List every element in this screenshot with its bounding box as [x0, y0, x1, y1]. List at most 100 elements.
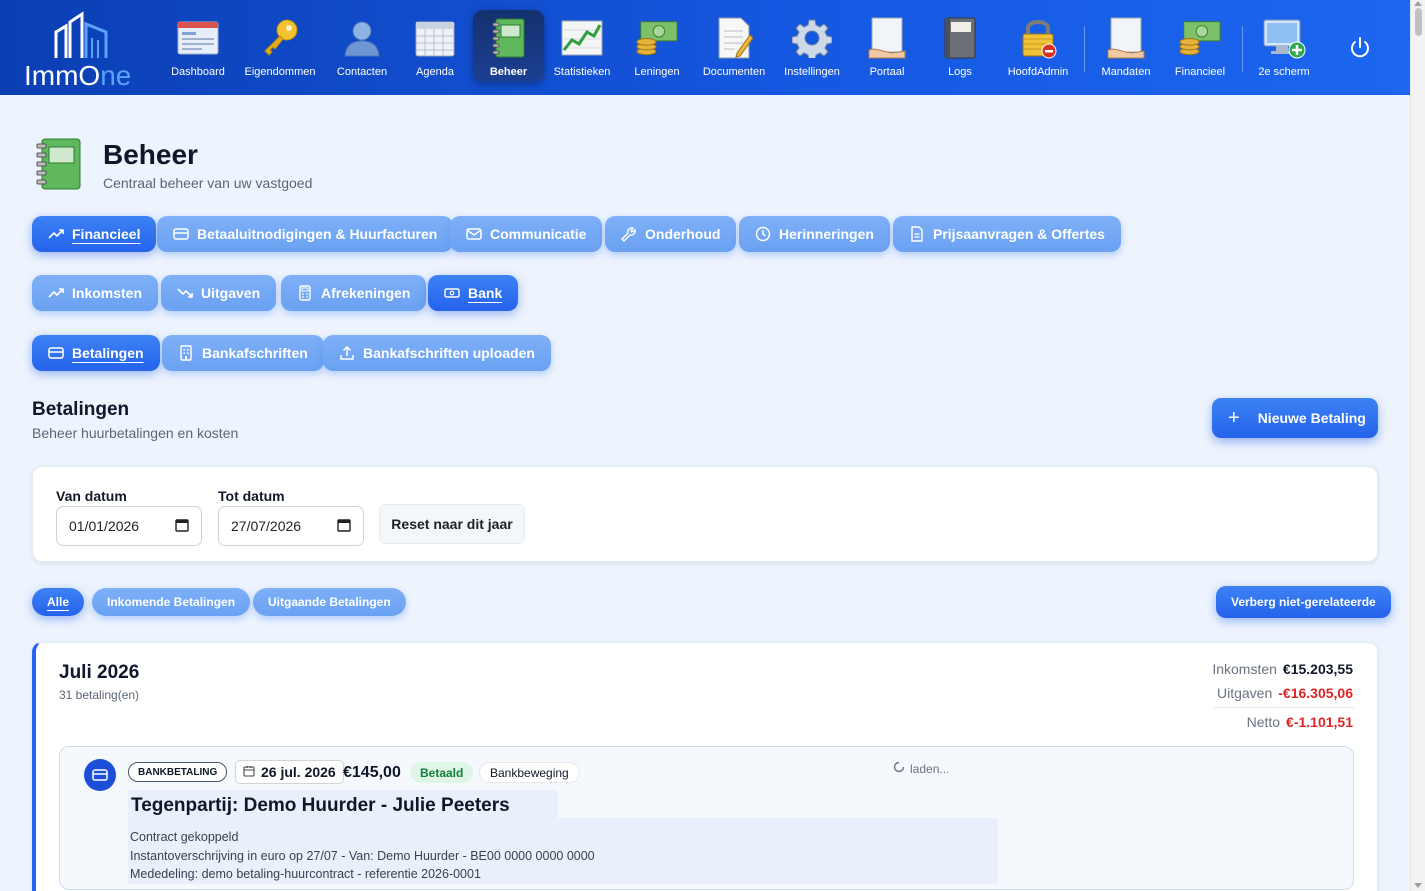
filter-label: Inkomende Betalingen [107, 595, 236, 609]
monitor-plus-icon [1262, 16, 1306, 60]
nav-statistieken[interactable]: Statistieken [552, 10, 612, 82]
tab-communicatie[interactable]: Communicatie [450, 216, 603, 252]
document-icon [712, 16, 756, 60]
nav-beheer[interactable]: Beheer [473, 10, 544, 82]
nav-contacten[interactable]: Contacten [333, 10, 391, 82]
payment-date: 26 jul. 2026 [261, 764, 336, 780]
nav-2e-scherm[interactable]: 2e scherm [1255, 10, 1313, 82]
nav-label: Portaal [869, 66, 905, 78]
power-icon[interactable] [1348, 36, 1372, 60]
scrollbar-thumb[interactable] [1415, 8, 1422, 36]
tab-herinneringen[interactable]: Herinneringen [739, 216, 890, 252]
vertical-scrollbar[interactable] [1410, 0, 1425, 891]
nav-documenten[interactable]: Documenten [700, 10, 768, 82]
nav-logs[interactable]: Logs [936, 10, 984, 82]
nav-eigendommen[interactable]: Eigendommen [243, 10, 317, 82]
nav-divider [1084, 26, 1085, 72]
calendar-icon[interactable] [337, 518, 351, 535]
tab-afrekeningen[interactable]: Afrekeningen [281, 275, 427, 311]
tab-bank[interactable]: Bank [428, 275, 519, 311]
chart-icon [560, 16, 604, 60]
book-icon [938, 16, 982, 60]
section-title: Betalingen [32, 399, 130, 420]
tab-label: Betalingen [72, 345, 144, 361]
calendar-icon[interactable] [175, 518, 189, 535]
to-date-input[interactable]: 27/07/2026 [218, 506, 364, 546]
income-value: €15.203,55 [1282, 661, 1353, 677]
top-navigation-bar: ImmOne Dashboard Eigendommen Contacten A… [0, 0, 1410, 95]
tab-label: Financieel [72, 226, 141, 242]
tab-betalingen[interactable]: Betalingen [32, 335, 160, 371]
logo-text: ImmOne [24, 60, 132, 91]
filter-alle[interactable]: Alle [32, 588, 85, 616]
loading-text: laden... [910, 761, 950, 776]
tab-onderhoud[interactable]: Onderhoud [605, 216, 737, 252]
calculator-icon [297, 285, 313, 301]
income-label: Inkomsten [1212, 661, 1277, 677]
scroll-up-arrow-icon[interactable] [1414, 1, 1422, 6]
filter-inkomende[interactable]: Inkomende Betalingen [92, 588, 251, 616]
tab-label: Afrekeningen [321, 285, 411, 301]
tab-prijsaanvragen[interactable]: Prijsaanvragen & Offertes [893, 216, 1121, 252]
portal-icon [865, 16, 909, 60]
nav-label: Eigendommen [244, 66, 316, 78]
lock-icon [1016, 16, 1060, 60]
tab-label: Bankafschriften uploaden [363, 345, 535, 361]
buildings-logo-icon [54, 11, 108, 58]
tab-bankafschriften-uploaden[interactable]: Bankafschriften uploaden [323, 335, 551, 371]
tab-uitgaven[interactable]: Uitgaven [161, 275, 277, 311]
banknote-icon [444, 285, 460, 301]
payment-date-badge: 26 jul. 2026 [235, 760, 344, 784]
new-payment-button[interactable]: + Nieuwe Betaling [1212, 398, 1378, 438]
calendar-icon [413, 16, 457, 60]
to-date-value: 27/07/2026 [231, 518, 302, 534]
nav-label: Dashboard [171, 66, 225, 78]
nav-mandaten[interactable]: Mandaten [1098, 10, 1154, 82]
nav-dashboard[interactable]: Dashboard [168, 10, 228, 82]
counterparty-title: Tegenpartij: Demo Huurder - Julie Peeter… [131, 795, 510, 816]
nav-hoofdadmin[interactable]: HoofdAdmin [1004, 10, 1072, 82]
spinner-icon [893, 761, 905, 776]
scroll-down-arrow-icon[interactable] [1414, 883, 1422, 888]
net-label: Netto [1246, 714, 1281, 730]
net-summary: Netto €-1.101,51 [1247, 714, 1353, 730]
nav-portaal[interactable]: Portaal [862, 10, 912, 82]
page-title: Beheer [103, 139, 198, 170]
reset-year-button[interactable]: Reset naar dit jaar [379, 504, 525, 544]
nav-agenda[interactable]: Agenda [409, 10, 461, 82]
building-icon [178, 345, 194, 361]
tab-inkomsten[interactable]: Inkomsten [32, 275, 159, 311]
trend-up-icon [48, 226, 64, 242]
tab-betaaluitnodigingen[interactable]: Betaaluitnodigingen & Huurfacturen [157, 216, 454, 252]
nav-label: Mandaten [1101, 66, 1151, 78]
new-payment-label: Nieuwe Betaling [1257, 410, 1366, 426]
expense-summary: Uitgaven -€16.305,06 [1217, 685, 1353, 701]
nav-divider [1242, 26, 1243, 72]
mandate-icon [1104, 16, 1148, 60]
nav-financieel[interactable]: Financieel [1172, 10, 1228, 82]
tab-label: Prijsaanvragen & Offertes [933, 226, 1105, 242]
tab-financieel[interactable]: Financieel [32, 216, 157, 252]
filter-uitgaande[interactable]: Uitgaande Betalingen [253, 588, 406, 616]
from-date-input[interactable]: 01/01/2026 [56, 506, 202, 546]
wrench-icon [621, 226, 637, 242]
month-title: Juli 2026 [59, 662, 140, 683]
filter-label: Alle [47, 595, 70, 609]
page-subtitle: Centraal beheer van uw vastgoed [103, 175, 313, 191]
mail-icon [466, 226, 482, 242]
hide-unrelated-button[interactable]: Verberg niet-gerelateerde [1216, 586, 1391, 618]
nav-leningen[interactable]: Leningen [630, 10, 684, 82]
card-icon [173, 226, 189, 242]
month-payment-count: 31 betaling(en) [59, 688, 140, 702]
key-icon [258, 16, 302, 60]
trend-up-icon [48, 285, 64, 301]
tab-bankafschriften[interactable]: Bankafschriften [162, 335, 324, 371]
summary-divider [1214, 707, 1354, 708]
nav-label: 2e scherm [1258, 66, 1310, 78]
nav-label: Logs [948, 66, 972, 78]
clock-icon [755, 226, 771, 242]
app-logo[interactable]: ImmOne [22, 8, 147, 91]
tab-label: Uitgaven [201, 285, 261, 301]
nav-instellingen[interactable]: Instellingen [782, 10, 842, 82]
income-summary: Inkomsten €15.203,55 [1212, 661, 1353, 677]
